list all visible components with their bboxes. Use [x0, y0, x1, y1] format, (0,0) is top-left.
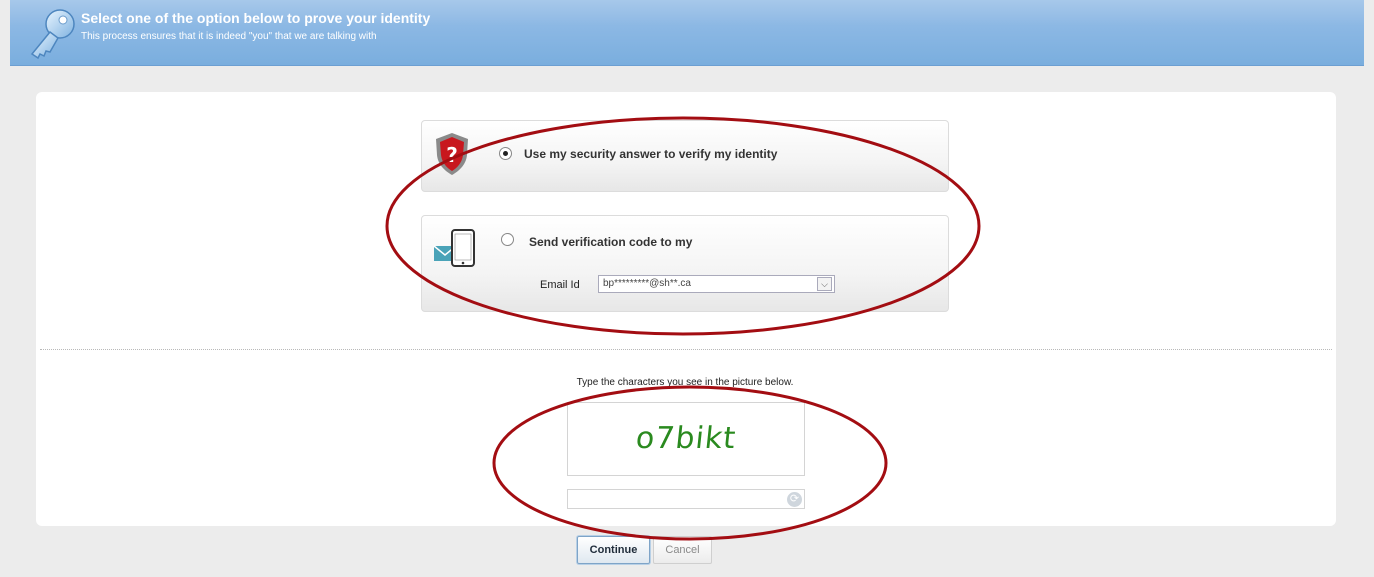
- email-phone-icon: [433, 229, 475, 267]
- security-answer-option[interactable]: ? Use my security answer to verify my id…: [421, 120, 949, 192]
- verification-panel: ? Use my security answer to verify my id…: [36, 92, 1336, 526]
- captcha-input[interactable]: ⟳: [567, 489, 805, 509]
- page-title: Select one of the option below to prove …: [81, 10, 431, 26]
- email-select[interactable]: bp*********@sh**.ca ⌵: [598, 275, 835, 293]
- key-icon: [30, 9, 75, 60]
- close-icon[interactable]: [1336, 0, 1364, 6]
- page-header: Select one of the option below to prove …: [10, 0, 1364, 66]
- email-id-label: Email Id: [540, 279, 580, 291]
- security-answer-label: Use my security answer to verify my iden…: [524, 147, 778, 161]
- refresh-icon[interactable]: ⟳: [787, 492, 802, 507]
- svg-text:?: ?: [446, 143, 458, 167]
- verification-code-option[interactable]: Send verification code to my Email Id bp…: [421, 215, 949, 312]
- captcha-prompt: Type the characters you see in the pictu…: [576, 377, 794, 388]
- continue-button[interactable]: Continue: [577, 536, 650, 564]
- cancel-button[interactable]: Cancel: [653, 536, 712, 564]
- page-subtitle: This process ensures that it is indeed "…: [81, 31, 377, 42]
- section-divider: [40, 349, 1332, 350]
- captcha-image: o7bikt: [567, 402, 805, 476]
- security-answer-radio[interactable]: [499, 147, 512, 160]
- shield-question-icon: ?: [436, 133, 468, 175]
- verification-code-label: Send verification code to my: [529, 235, 693, 249]
- email-select-value: bp*********@sh**.ca: [603, 278, 691, 289]
- verification-code-radio[interactable]: [501, 233, 514, 246]
- captcha-text: o7bikt: [634, 421, 738, 456]
- chevron-down-icon[interactable]: ⌵: [817, 277, 832, 291]
